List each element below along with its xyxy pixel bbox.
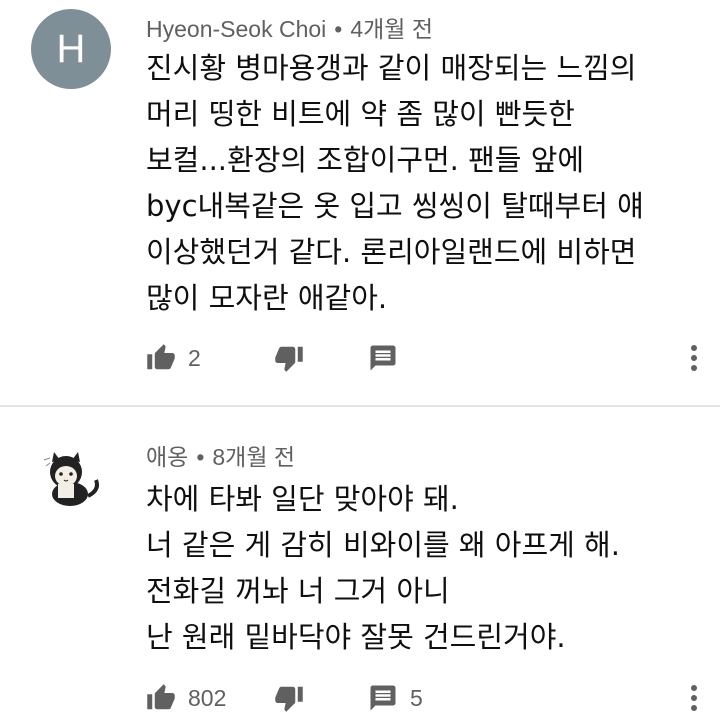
comment-1: H Hyeon-Seok Choi • 4개월 전 진시황 병마용갱과 같이 매장되… xyxy=(0,0,720,405)
more-vert-icon xyxy=(691,345,697,371)
thumbs-up-icon xyxy=(147,684,175,710)
separator-dot: • xyxy=(334,16,343,42)
like-button[interactable]: 802 xyxy=(146,678,226,718)
thumbs-down-icon xyxy=(275,346,303,372)
more-options-button[interactable] xyxy=(682,678,706,718)
dislike-button[interactable] xyxy=(274,338,304,378)
comment-line: 전화길 꺼놔 너 그거 아니 xyxy=(146,574,450,608)
comment-2: 애옹 • 8개월 전 차에 타봐 일단 맞아야 돼. 너 같은 게 감히 비와이를 … xyxy=(0,408,720,712)
comment-meta: Hyeon-Seok Choi • 4개월 전 xyxy=(146,10,433,44)
avatar-letter: H xyxy=(56,26,86,71)
comment-line: 난 원래 밑바닥야 잘못 건드린거야. xyxy=(146,620,566,654)
like-count: 2 xyxy=(188,344,201,371)
comment-line: 많이 모자란 애같아. xyxy=(146,281,388,315)
comment-time[interactable]: 8개월 전 xyxy=(212,444,295,470)
reply-count: 5 xyxy=(410,684,423,711)
dislike-button[interactable] xyxy=(274,678,304,718)
more-options-button[interactable] xyxy=(682,338,706,378)
comment-line: byc내복같은 옷 입고 씽씽이 탈때부터 얘 xyxy=(146,189,644,223)
author-name[interactable]: 애옹 xyxy=(146,444,188,470)
reply-button[interactable]: 5 xyxy=(368,678,423,718)
reply-button[interactable] xyxy=(368,338,410,378)
like-button[interactable]: 2 xyxy=(146,338,201,378)
cat-avatar-icon xyxy=(43,452,99,506)
divider xyxy=(0,405,720,407)
author-name[interactable]: Hyeon-Seok Choi xyxy=(146,16,326,42)
reply-icon xyxy=(370,685,396,711)
reply-icon xyxy=(370,345,396,371)
comment-line: 너 같은 게 감히 비와이를 왜 아프게 해. xyxy=(146,528,620,562)
comment-line: 머리 띵한 비트에 약 좀 많이 빤듯한 xyxy=(146,97,575,131)
avatar[interactable] xyxy=(36,444,106,514)
comment-line: 차에 타봐 일단 맞아야 돼. xyxy=(146,482,459,516)
comment-line: 진시황 병마용갱과 같이 매장되는 느낌의 xyxy=(146,51,637,85)
comment-actions: 802 5 xyxy=(146,678,706,718)
comment-meta: 애옹 • 8개월 전 xyxy=(146,438,295,472)
comment-text: 진시황 병마용갱과 같이 매장되는 느낌의 머리 띵한 비트에 약 좀 많이 빤… xyxy=(146,45,691,321)
comment-time[interactable]: 4개월 전 xyxy=(350,16,433,42)
thumbs-up-icon xyxy=(147,344,175,370)
like-count: 802 xyxy=(188,684,227,711)
separator-dot: • xyxy=(196,444,205,470)
comment-actions: 2 xyxy=(146,338,706,378)
avatar[interactable]: H xyxy=(31,9,111,89)
comment-text: 차에 타봐 일단 맞아야 돼. 너 같은 게 감히 비와이를 왜 아프게 해. … xyxy=(146,476,691,660)
thumbs-down-icon xyxy=(275,686,303,712)
comment-line: 이상했던거 같다. 론리아일랜드에 비하면 xyxy=(146,235,637,269)
comment-line: 보컬...환장의 조합이구먼. 팬들 앞에 xyxy=(146,143,585,177)
